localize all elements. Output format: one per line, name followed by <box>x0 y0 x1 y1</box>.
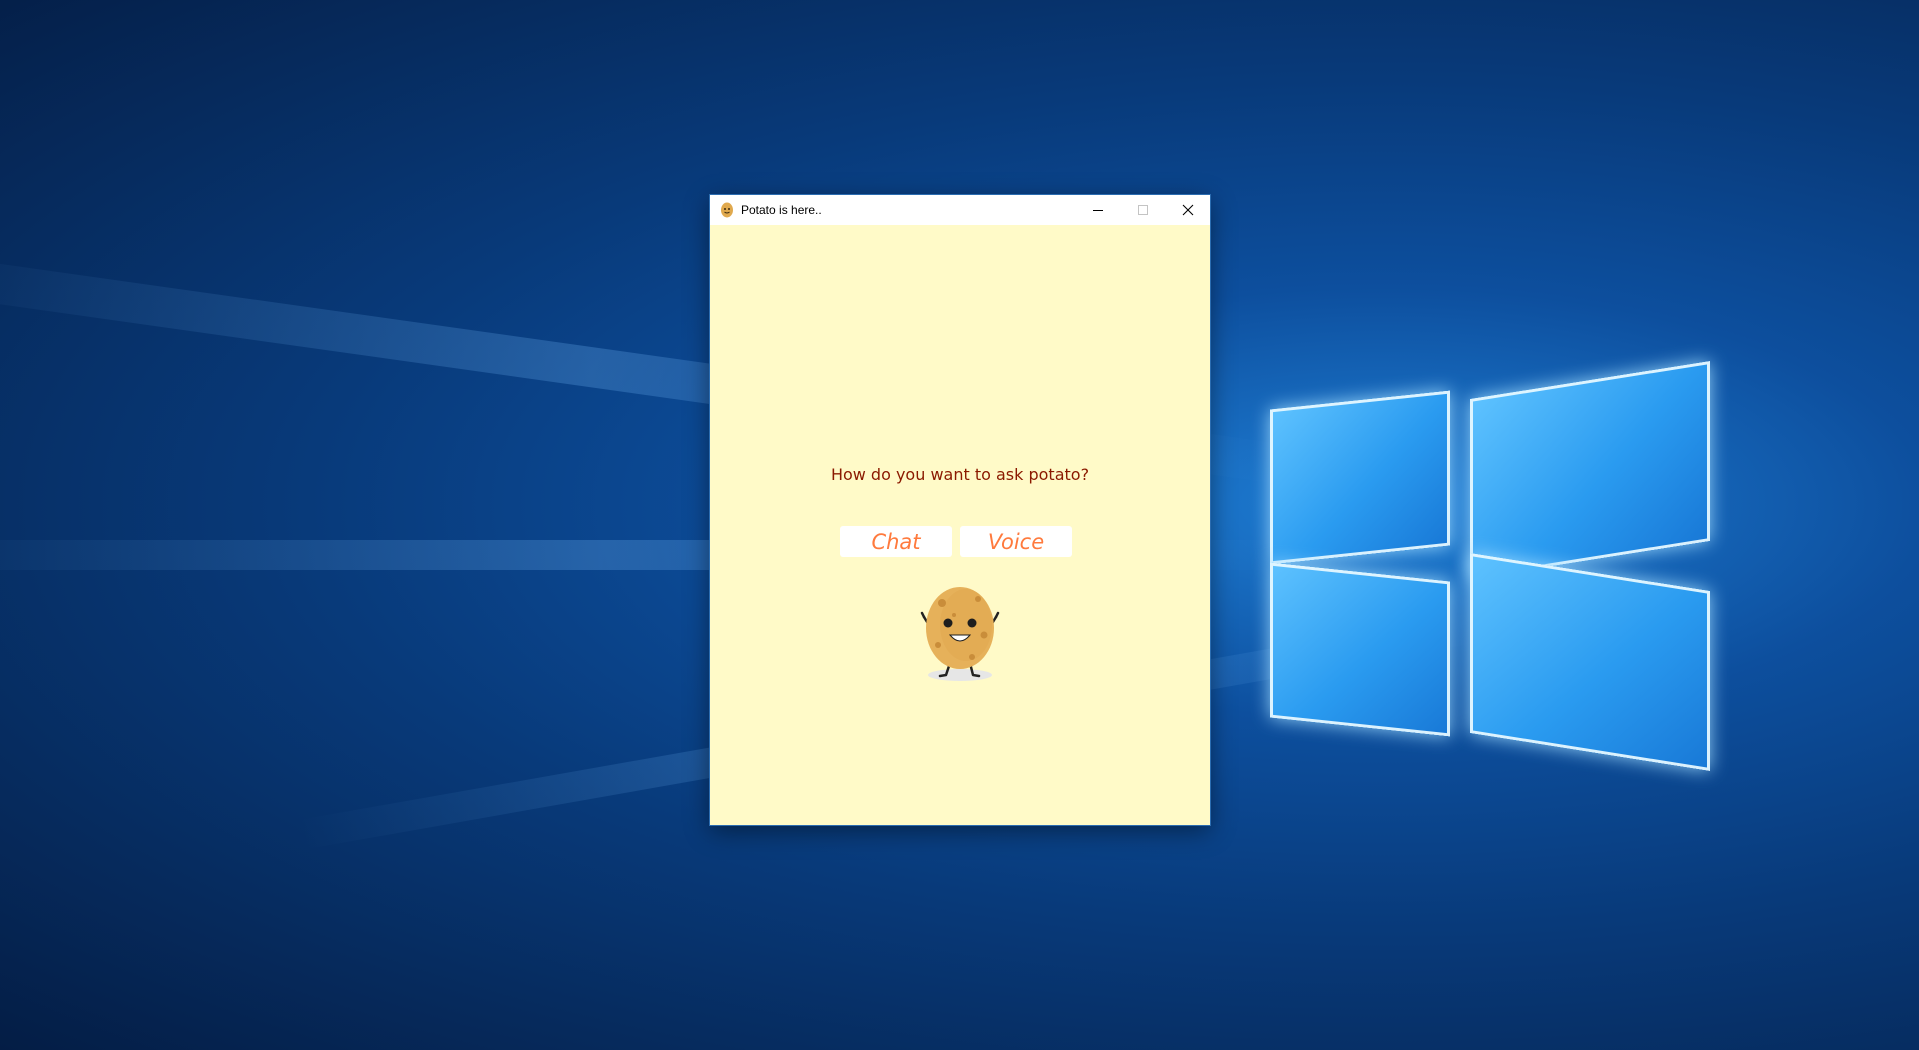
logo-pane <box>1470 360 1710 580</box>
app-window: Potato is here.. How do you want to ask … <box>710 195 1210 825</box>
close-icon <box>1182 204 1193 216</box>
logo-pane <box>1470 552 1710 772</box>
chat-button[interactable]: Chat <box>840 526 952 557</box>
window-title: Potato is here.. <box>741 203 822 217</box>
voice-button[interactable]: Voice <box>960 526 1072 557</box>
minimize-icon <box>1092 210 1103 211</box>
close-button[interactable] <box>1165 195 1210 225</box>
maximize-button[interactable] <box>1120 195 1165 225</box>
title-bar[interactable]: Potato is here.. <box>710 195 1210 225</box>
logo-pane <box>1270 390 1450 565</box>
logo-pane <box>1270 562 1450 737</box>
windows-logo-wallpaper <box>1250 340 1720 790</box>
potato-mascot-icon <box>910 575 1010 685</box>
window-content: How do you want to ask potato? Chat Voic… <box>710 225 1210 825</box>
minimize-button[interactable] <box>1075 195 1120 225</box>
maximize-icon <box>1137 205 1148 215</box>
prompt-label: How do you want to ask potato? <box>830 465 1090 484</box>
potato-app-icon <box>718 201 736 219</box>
